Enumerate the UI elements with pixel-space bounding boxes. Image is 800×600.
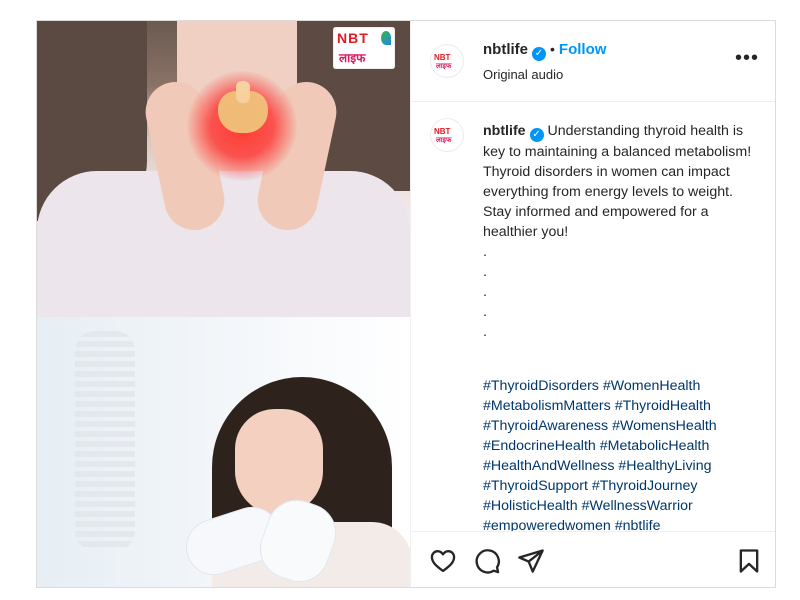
username[interactable]: nbtlife	[483, 41, 528, 58]
instagram-post: NBT लाइफ NBT लाइफ nbtlife ✓ • Follow Origin…	[36, 20, 776, 588]
hashtag-link[interactable]: #HealthyLiving	[618, 458, 711, 474]
hashtag-link[interactable]: #WellnessWarrior	[582, 498, 693, 514]
hashtag-link[interactable]: #ThyroidDisorders	[483, 378, 599, 394]
hashtag-link[interactable]: #HolisticHealth	[483, 498, 578, 514]
nbt-life-logo: NBT लाइफ	[333, 27, 395, 69]
action-bar	[411, 531, 775, 587]
separator-dot: •	[550, 41, 555, 57]
send-icon[interactable]	[517, 547, 545, 575]
hashtag-link[interactable]: #ThyroidAwareness	[483, 418, 608, 434]
photo-doctor-exam	[37, 317, 410, 587]
caption: nbtlife ✓ Understanding thyroid health is…	[483, 121, 753, 342]
header-title-row: nbtlife ✓ • Follow	[483, 41, 606, 61]
hashtag-link[interactable]: #MetabolismMatters	[483, 398, 611, 414]
hashtag-link[interactable]: #HealthAndWellness	[483, 458, 614, 474]
skeleton-model	[75, 331, 135, 551]
comment-icon[interactable]	[473, 547, 501, 575]
caption-username[interactable]: nbtlife	[483, 123, 526, 139]
hashtag-link[interactable]: #ThyroidSupport	[483, 478, 588, 494]
caption-dots: . . . . .	[483, 244, 487, 340]
audio-label[interactable]: Original audio	[483, 67, 563, 82]
hashtag-link[interactable]: #WomenHealth	[603, 378, 701, 394]
bookmark-icon[interactable]	[735, 547, 763, 575]
more-options-icon[interactable]: •••	[735, 47, 759, 70]
verified-badge-icon: ✓	[532, 47, 546, 61]
photo-woman-neck-thyroid: NBT लाइफ	[37, 21, 410, 317]
hashtag-link[interactable]: #WomensHealth	[612, 418, 717, 434]
caption-text: Understanding thyroid health is key to m…	[483, 123, 752, 240]
post-header: NBT लाइफ nbtlife ✓ • Follow Original audio …	[411, 21, 775, 102]
hashtag-link[interactable]: #ThyroidJourney	[592, 478, 698, 494]
avatar[interactable]: NBT लाइफ	[431, 45, 463, 77]
hashtag-link[interactable]: #ThyroidHealth	[615, 398, 711, 414]
thyroid-illustration	[218, 81, 268, 133]
post-side-panel: NBT लाइफ nbtlife ✓ • Follow Original audio …	[410, 21, 775, 587]
hashtag-link[interactable]: #EndocrineHealth	[483, 438, 596, 454]
hashtags: #ThyroidDisorders #WomenHealth #Metaboli…	[483, 376, 763, 536]
hashtag-link[interactable]: #MetabolicHealth	[600, 438, 710, 454]
verified-badge-icon: ✓	[529, 128, 544, 142]
post-media[interactable]: NBT लाइफ	[37, 21, 410, 587]
caption-avatar[interactable]: NBT लाइफ	[431, 119, 463, 151]
heart-icon[interactable]	[429, 547, 457, 575]
follow-button[interactable]: Follow	[559, 41, 607, 58]
